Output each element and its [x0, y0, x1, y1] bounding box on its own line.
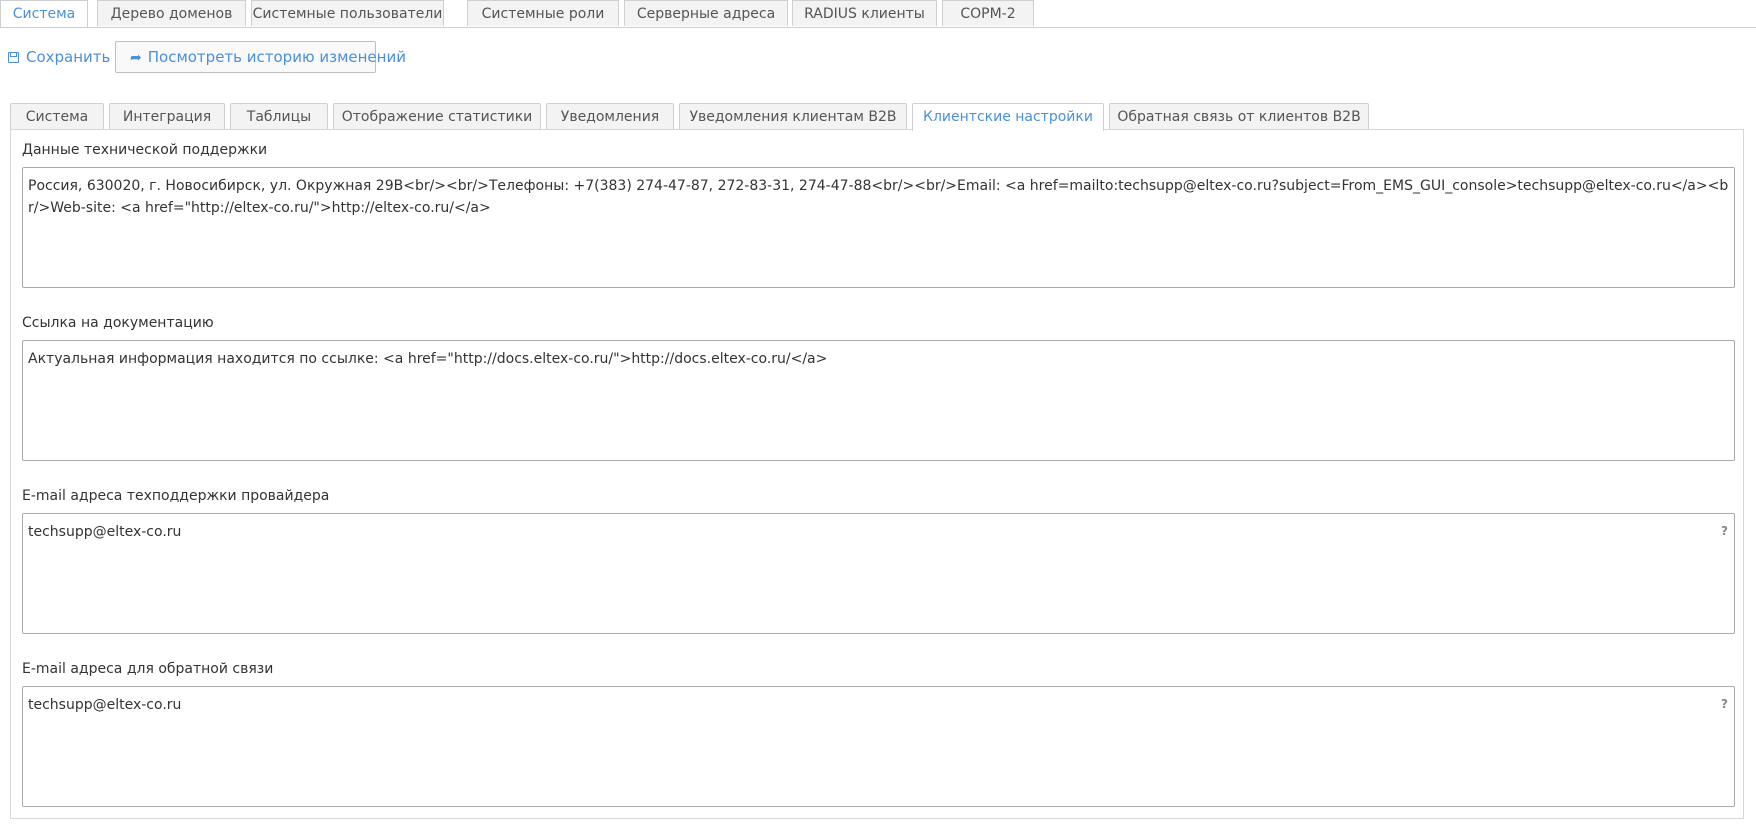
- sub-tab-bar: Система Интеграция Таблицы Отображение с…: [0, 103, 1756, 131]
- sub-tab-integration[interactable]: Интеграция: [109, 103, 225, 130]
- sub-tab-notifications[interactable]: Уведомления: [546, 103, 674, 130]
- sub-tab-tables[interactable]: Таблицы: [230, 103, 328, 130]
- save-button[interactable]: Сохранить: [8, 41, 111, 73]
- feedback-email-textarea[interactable]: techsupp@eltex-co.ru ?: [22, 686, 1735, 807]
- top-tab-system-roles[interactable]: Системные роли: [467, 0, 619, 26]
- help-icon[interactable]: ?: [1721, 693, 1728, 715]
- view-history-label: Посмотреть историю изменений: [147, 48, 406, 66]
- top-tab-server-addresses[interactable]: Серверные адреса: [624, 0, 788, 26]
- top-tab-bar: Система Дерево доменов Системные пользов…: [0, 0, 1756, 28]
- view-history-button[interactable]: ➦ Посмотреть историю изменений: [115, 41, 406, 73]
- sub-tab-statistics-display[interactable]: Отображение статистики: [333, 103, 541, 130]
- top-tab-domain-tree[interactable]: Дерево доменов: [97, 0, 246, 26]
- sub-tab-b2b-notifications[interactable]: Уведомления клиентам B2B: [679, 103, 907, 130]
- save-button-label: Сохранить: [26, 48, 111, 66]
- help-icon[interactable]: ?: [1721, 520, 1728, 542]
- feedback-email-value: techsupp@eltex-co.ru: [28, 697, 182, 713]
- sub-tab-system[interactable]: Система: [10, 103, 104, 130]
- documentation-link-label: Ссылка на документацию: [22, 315, 214, 331]
- top-tab-system-users[interactable]: Системные пользователи: [251, 0, 444, 26]
- provider-support-email-value: techsupp@eltex-co.ru: [28, 524, 182, 540]
- documentation-link-textarea[interactable]: Актуальная информация находится по ссылк…: [22, 340, 1735, 461]
- top-tab-system[interactable]: Система: [0, 0, 88, 27]
- top-tab-radius-clients[interactable]: RADIUS клиенты: [792, 0, 937, 26]
- support-data-value: Россия, 630020, г. Новосибирск, ул. Окру…: [28, 178, 1729, 216]
- feedback-email-label: E-mail адреса для обратной связи: [22, 661, 274, 677]
- provider-support-email-label: E-mail адреса техподдержки провайдера: [22, 488, 330, 504]
- support-data-textarea[interactable]: Россия, 630020, г. Новосибирск, ул. Окру…: [22, 167, 1735, 288]
- share-arrow-icon: ➦: [130, 50, 142, 66]
- documentation-link-value: Актуальная информация находится по ссылк…: [28, 351, 828, 367]
- support-data-label: Данные технической поддержки: [22, 142, 268, 158]
- sub-tab-b2b-feedback[interactable]: Обратная связь от клиентов B2B: [1109, 103, 1369, 130]
- save-icon: [8, 52, 19, 63]
- sub-tab-client-settings[interactable]: Клиентские настройки: [912, 103, 1104, 131]
- top-tab-sorm2[interactable]: СОРМ-2: [942, 0, 1034, 26]
- provider-support-email-textarea[interactable]: techsupp@eltex-co.ru ?: [22, 513, 1735, 634]
